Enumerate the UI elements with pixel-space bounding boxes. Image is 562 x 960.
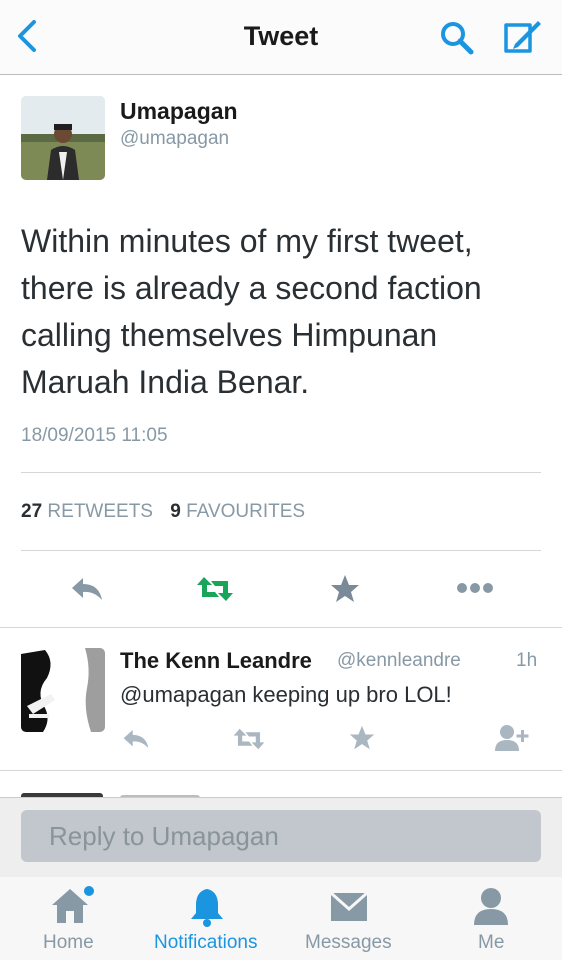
reply-text: @umapagan keeping up bro LOL! xyxy=(120,682,452,707)
divider xyxy=(0,627,562,628)
tweet-timestamp: 18/09/2015 11:05 xyxy=(21,425,168,446)
favourite-action-button[interactable] xyxy=(330,574,360,609)
divider xyxy=(21,472,541,473)
retweet-icon xyxy=(197,577,233,601)
reply-author-handle[interactable]: @kennleandre xyxy=(337,650,461,672)
reply-action-button[interactable] xyxy=(70,576,104,607)
tab-home-label: Home xyxy=(43,932,94,953)
divider xyxy=(0,770,562,771)
tab-me-label: Me xyxy=(478,932,505,953)
tweet-text: Within minutes of my first tweet, there … xyxy=(21,223,482,400)
reply-icon xyxy=(72,578,102,600)
star-icon xyxy=(331,575,359,602)
reply-item-favourite-button[interactable] xyxy=(349,725,375,756)
retweet-icon xyxy=(233,728,265,750)
tab-notifications-label: Notifications xyxy=(154,932,258,953)
reply-author-name[interactable]: The Kenn Leandre xyxy=(120,648,312,674)
search-icon xyxy=(441,22,474,55)
bottom-tab-bar: Home Notifications Messages Me xyxy=(0,877,562,960)
retweet-action-button[interactable] xyxy=(195,575,235,608)
tweet-stats: 27 RETWEETS 9 FAVOURITES xyxy=(21,501,317,523)
page-title: Tweet xyxy=(243,21,319,51)
retweet-count[interactable]: 27 xyxy=(21,501,42,522)
tab-me[interactable]: Me xyxy=(458,877,528,960)
tab-messages[interactable]: Messages xyxy=(300,877,400,960)
reply-item-reply-button[interactable] xyxy=(122,728,150,755)
author-name[interactable]: Umapagan xyxy=(120,98,238,125)
tab-notifications[interactable]: Notifications xyxy=(150,877,274,960)
bell-icon xyxy=(191,889,223,927)
envelope-icon xyxy=(330,891,368,921)
reply-icon xyxy=(123,729,149,749)
retweets-label[interactable]: RETWEETS xyxy=(47,501,153,522)
reply-item-retweet-button[interactable] xyxy=(232,727,266,756)
reply-item-follow-button[interactable] xyxy=(494,724,530,757)
star-icon xyxy=(349,725,375,750)
avatar-photo xyxy=(21,96,105,180)
author-avatar[interactable] xyxy=(21,96,105,180)
top-nav-bar: Tweet xyxy=(0,0,562,75)
person-icon xyxy=(474,888,508,925)
divider xyxy=(21,550,541,551)
add-follow-icon xyxy=(495,725,529,751)
reply-composer-bar: Reply to Umapagan xyxy=(0,797,562,878)
home-icon xyxy=(52,886,94,923)
author-handle[interactable]: @umapagan xyxy=(120,128,229,150)
reply-time: 1h xyxy=(516,650,538,671)
favourites-label[interactable]: FAVOURITES xyxy=(186,501,305,522)
compose-icon xyxy=(504,21,541,53)
tab-home[interactable]: Home xyxy=(30,877,110,960)
reply-input[interactable]: Reply to Umapagan xyxy=(21,810,541,862)
reply-avatar[interactable] xyxy=(21,648,105,732)
favourite-count[interactable]: 9 xyxy=(170,501,181,522)
tab-messages-label: Messages xyxy=(305,932,392,953)
more-dots-icon xyxy=(457,583,493,593)
search-button[interactable] xyxy=(438,20,476,56)
stormtrooper-avatar xyxy=(21,648,105,732)
compose-button[interactable] xyxy=(502,18,542,56)
more-action-button[interactable] xyxy=(456,580,494,601)
